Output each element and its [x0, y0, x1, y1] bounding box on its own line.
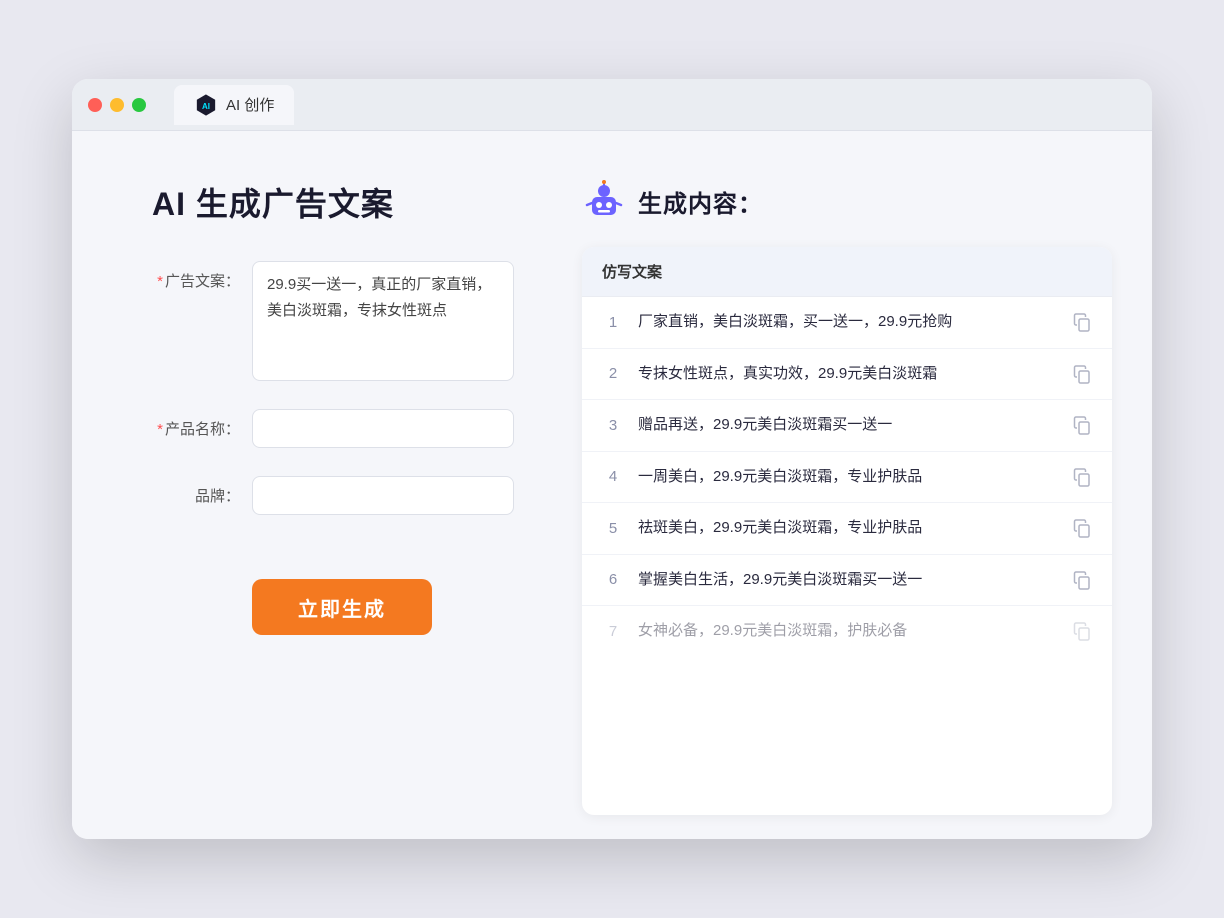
ad-copy-required: *	[157, 273, 163, 290]
ad-copy-label: *广告文案：	[152, 261, 252, 294]
robot-icon	[582, 179, 626, 223]
result-text: 女神必备，29.9元美白淡斑霜，护肤必备	[638, 620, 1058, 643]
result-row: 4 一周美白，29.9元美白淡斑霜，专业护肤品	[582, 452, 1112, 504]
tab-label: AI 创作	[226, 94, 274, 115]
result-text: 专抹女性斑点，真实功效，29.9元美白淡斑霜	[638, 363, 1058, 386]
copy-icon[interactable]	[1072, 312, 1092, 332]
brand-input[interactable]: 好白	[252, 476, 514, 515]
result-num: 4	[602, 468, 624, 485]
left-panel: AI 生成广告文案 *广告文案： 29.9买一送一，真正的厂家直销，美白淡斑霜，…	[72, 131, 562, 839]
copy-icon[interactable]	[1072, 518, 1092, 538]
results-table: 仿写文案 1 厂家直销，美白淡斑霜，买一送一，29.9元抢购 2 专抹女性斑点，真实…	[582, 247, 1112, 815]
result-num: 2	[602, 365, 624, 382]
traffic-lights	[88, 98, 146, 112]
page-title: AI 生成广告文案	[152, 179, 514, 225]
result-num: 3	[602, 417, 624, 434]
result-row: 7 女神必备，29.9元美白淡斑霜，护肤必备	[582, 606, 1112, 657]
result-row: 6 掌握美白生活，29.9元美白淡斑霜买一送一	[582, 555, 1112, 607]
result-row: 1 厂家直销，美白淡斑霜，买一送一，29.9元抢购	[582, 297, 1112, 349]
product-name-required: *	[157, 421, 163, 438]
close-button[interactable]	[88, 98, 102, 112]
product-name-group: *产品名称： 美白淡斑霜	[152, 409, 514, 448]
result-text: 厂家直销，美白淡斑霜，买一送一，29.9元抢购	[638, 311, 1058, 334]
ad-copy-input[interactable]: 29.9买一送一，真正的厂家直销，美白淡斑霜，专抹女性斑点	[252, 261, 514, 381]
result-num: 7	[602, 623, 624, 640]
results-title: 生成内容：	[638, 184, 763, 219]
brand-group: 品牌： 好白	[152, 476, 514, 515]
results-header: 生成内容：	[582, 179, 1112, 223]
ai-tab[interactable]: AI AI 创作	[174, 85, 294, 125]
browser-window: AI AI 创作 AI 生成广告文案 *广告文案： 29.9买一送一，真正的厂家…	[72, 79, 1152, 839]
result-text: 一周美白，29.9元美白淡斑霜，专业护肤品	[638, 466, 1058, 489]
result-text: 赠品再送，29.9元美白淡斑霜买一送一	[638, 414, 1058, 437]
ai-tab-icon: AI	[194, 93, 218, 117]
ad-copy-group: *广告文案： 29.9买一送一，真正的厂家直销，美白淡斑霜，专抹女性斑点	[152, 261, 514, 381]
result-row: 2 专抹女性斑点，真实功效，29.9元美白淡斑霜	[582, 349, 1112, 401]
result-text: 祛斑美白，29.9元美白淡斑霜，专业护肤品	[638, 517, 1058, 540]
results-table-header: 仿写文案	[582, 247, 1112, 297]
results-list: 1 厂家直销，美白淡斑霜，买一送一，29.9元抢购 2 专抹女性斑点，真实功效，29…	[582, 297, 1112, 657]
result-text: 掌握美白生活，29.9元美白淡斑霜买一送一	[638, 569, 1058, 592]
result-num: 5	[602, 520, 624, 537]
result-num: 6	[602, 571, 624, 588]
svg-text:AI: AI	[202, 102, 210, 111]
result-row: 3 赠品再送，29.9元美白淡斑霜买一送一	[582, 400, 1112, 452]
generate-button[interactable]: 立即生成	[252, 579, 432, 635]
copy-icon[interactable]	[1072, 364, 1092, 384]
copy-icon[interactable]	[1072, 467, 1092, 487]
title-bar: AI AI 创作	[72, 79, 1152, 131]
content-area: AI 生成广告文案 *广告文案： 29.9买一送一，真正的厂家直销，美白淡斑霜，…	[72, 131, 1152, 839]
product-name-label: *产品名称：	[152, 409, 252, 442]
minimize-button[interactable]	[110, 98, 124, 112]
maximize-button[interactable]	[132, 98, 146, 112]
result-num: 1	[602, 314, 624, 331]
copy-icon[interactable]	[1072, 621, 1092, 641]
copy-icon[interactable]	[1072, 415, 1092, 435]
product-name-input[interactable]: 美白淡斑霜	[252, 409, 514, 448]
result-row: 5 祛斑美白，29.9元美白淡斑霜，专业护肤品	[582, 503, 1112, 555]
right-panel: 生成内容： 仿写文案 1 厂家直销，美白淡斑霜，买一送一，29.9元抢购 2 专抹女…	[562, 131, 1152, 839]
brand-label: 品牌：	[152, 476, 252, 509]
copy-icon[interactable]	[1072, 570, 1092, 590]
